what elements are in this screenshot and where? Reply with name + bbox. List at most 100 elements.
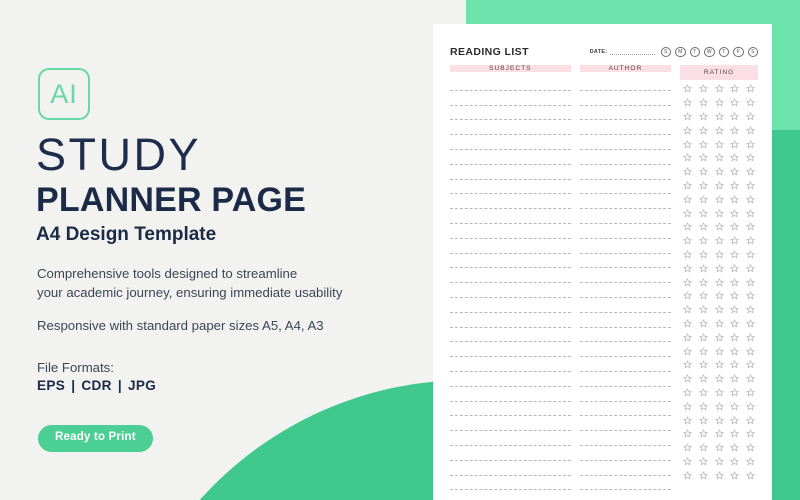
rating-row[interactable] [680, 317, 758, 331]
write-line[interactable] [450, 298, 571, 313]
write-line[interactable] [579, 416, 672, 432]
star-outline-icon[interactable] [699, 415, 708, 425]
write-line[interactable] [579, 476, 672, 491]
star-outline-icon[interactable] [699, 167, 708, 176]
write-line[interactable] [450, 476, 571, 491]
rating-row[interactable] [680, 386, 758, 400]
write-line[interactable] [579, 239, 672, 254]
day-circle-3[interactable]: W [704, 46, 715, 58]
star-outline-icon[interactable] [746, 388, 755, 397]
star-outline-icon[interactable] [746, 250, 755, 259]
star-outline-icon[interactable] [730, 236, 739, 245]
rating-row[interactable] [680, 151, 758, 165]
star-outline-icon[interactable] [730, 153, 739, 162]
rating-row[interactable] [680, 427, 758, 441]
write-line[interactable] [450, 165, 571, 180]
rating-row[interactable] [680, 165, 758, 179]
write-line[interactable] [579, 76, 672, 91]
star-outline-icon[interactable] [699, 277, 708, 287]
star-outline-icon[interactable] [746, 167, 755, 176]
star-outline-icon[interactable] [746, 346, 755, 356]
star-outline-icon[interactable] [683, 457, 692, 466]
star-outline-icon[interactable] [714, 319, 724, 328]
write-line[interactable] [450, 150, 571, 165]
star-outline-icon[interactable] [746, 457, 755, 466]
rating-row[interactable] [680, 206, 758, 220]
star-outline-icon[interactable] [699, 139, 708, 149]
write-line[interactable] [450, 431, 571, 446]
write-line[interactable] [450, 490, 571, 500]
star-outline-icon[interactable] [714, 181, 724, 190]
star-outline-icon[interactable] [699, 153, 708, 162]
write-line[interactable] [450, 402, 571, 417]
star-outline-icon[interactable] [699, 319, 708, 328]
star-outline-icon[interactable] [730, 346, 739, 356]
write-line[interactable] [579, 180, 672, 195]
star-outline-icon[interactable] [714, 457, 724, 466]
rating-row[interactable] [680, 413, 758, 427]
star-outline-icon[interactable] [714, 153, 724, 162]
star-outline-icon[interactable] [730, 222, 739, 231]
write-line[interactable] [579, 268, 672, 284]
star-outline-icon[interactable] [730, 250, 739, 259]
star-outline-icon[interactable] [746, 98, 755, 107]
star-outline-icon[interactable] [714, 84, 724, 93]
write-line[interactable] [579, 313, 672, 328]
rating-row[interactable] [680, 303, 758, 317]
star-outline-icon[interactable] [683, 236, 692, 245]
star-outline-icon[interactable] [683, 181, 692, 190]
star-outline-icon[interactable] [746, 319, 755, 328]
star-outline-icon[interactable] [683, 319, 692, 328]
day-circle-5[interactable]: F [733, 46, 744, 58]
star-outline-icon[interactable] [683, 415, 692, 425]
star-outline-icon[interactable] [683, 222, 692, 231]
star-outline-icon[interactable] [699, 98, 708, 107]
rating-row[interactable] [680, 372, 758, 386]
rating-row[interactable] [680, 275, 758, 289]
write-line[interactable] [579, 342, 672, 358]
star-outline-icon[interactable] [699, 333, 708, 342]
write-line[interactable] [580, 490, 671, 500]
star-outline-icon[interactable] [714, 402, 724, 411]
star-outline-icon[interactable] [683, 360, 692, 369]
write-line[interactable] [450, 372, 571, 387]
star-outline-icon[interactable] [683, 346, 692, 356]
write-line[interactable] [450, 135, 571, 150]
star-outline-icon[interactable] [730, 360, 739, 369]
day-circle-0[interactable]: S [660, 46, 671, 58]
star-outline-icon[interactable] [746, 222, 755, 231]
star-outline-icon[interactable] [683, 402, 692, 411]
star-outline-icon[interactable] [699, 250, 708, 259]
star-outline-icon[interactable] [730, 415, 739, 425]
star-outline-icon[interactable] [714, 139, 724, 149]
star-outline-icon[interactable] [714, 443, 724, 452]
star-outline-icon[interactable] [746, 443, 755, 452]
star-outline-icon[interactable] [746, 126, 755, 135]
star-outline-icon[interactable] [683, 98, 692, 107]
write-line[interactable] [450, 224, 571, 239]
write-line[interactable] [450, 209, 571, 224]
write-line[interactable] [450, 328, 571, 343]
star-outline-icon[interactable] [699, 222, 708, 231]
write-line[interactable] [579, 120, 672, 136]
day-circle-2[interactable]: T [689, 46, 700, 58]
rating-row[interactable] [680, 123, 758, 137]
write-line[interactable] [450, 461, 571, 476]
star-outline-icon[interactable] [714, 471, 724, 480]
star-outline-icon[interactable] [746, 471, 755, 480]
star-outline-icon[interactable] [699, 291, 708, 300]
star-outline-icon[interactable] [699, 112, 708, 121]
star-outline-icon[interactable] [714, 374, 724, 383]
star-outline-icon[interactable] [699, 181, 708, 190]
star-outline-icon[interactable] [730, 319, 739, 328]
write-line[interactable] [450, 268, 571, 284]
star-outline-icon[interactable] [746, 333, 755, 342]
star-outline-icon[interactable] [714, 167, 724, 176]
day-circle-6[interactable]: S [747, 46, 758, 58]
star-outline-icon[interactable] [714, 264, 724, 273]
date-input-line[interactable] [609, 53, 655, 56]
rating-row[interactable] [680, 96, 758, 110]
write-line[interactable] [579, 328, 672, 343]
write-line[interactable] [579, 446, 672, 461]
write-line[interactable] [450, 194, 571, 210]
